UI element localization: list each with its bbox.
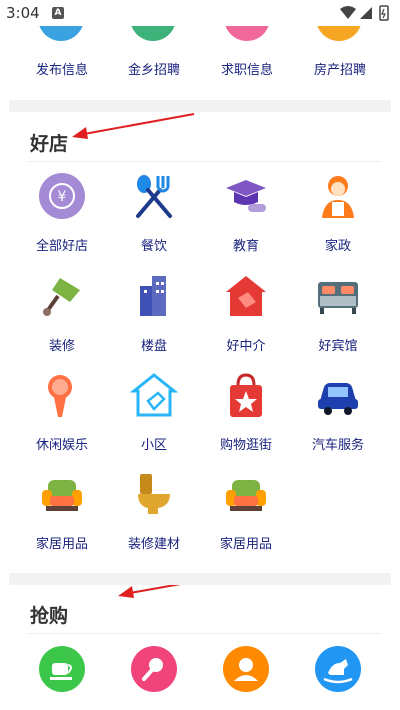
status-time: 3:04	[6, 4, 40, 22]
shop-item-home-goods[interactable]: 家居用品	[17, 470, 107, 552]
shop-item-label: 家居用品	[219, 537, 272, 552]
top-item-label[interactable]: 金乡招聘	[109, 59, 199, 78]
shop-item-label: 休闲娱乐	[35, 438, 88, 453]
yen-icon: ¥	[39, 173, 85, 219]
wifi-icon	[340, 6, 356, 19]
house-tag-icon	[130, 373, 178, 417]
shop-item-decoration[interactable]: 装修	[17, 272, 107, 354]
job-seeking-icon[interactable]	[224, 26, 270, 41]
graduation-cap-icon	[226, 180, 266, 212]
armchair-icon	[42, 480, 82, 511]
bed-icon	[318, 282, 358, 314]
shop-item-label: 装修建材	[127, 537, 180, 552]
car-icon	[318, 383, 358, 415]
section-title-haodian: 好店	[30, 133, 69, 155]
shop-item-label: 小区	[140, 438, 167, 453]
shop-item-label: 购物逛街	[219, 438, 272, 453]
shop-item-leisure[interactable]: 休闲娱乐	[17, 371, 107, 453]
paint-brush-icon	[43, 278, 80, 316]
shop-item-home-goods-2[interactable]: 家居用品	[201, 470, 291, 552]
fork-spoon-icon	[136, 175, 172, 218]
shop-item-label: 好中介	[226, 339, 266, 354]
cell-signal-icon	[360, 7, 372, 19]
svg-text:¥: ¥	[58, 189, 67, 205]
top-item-label[interactable]: 房产招聘	[295, 59, 385, 78]
jinxiang-jobs-icon[interactable]	[130, 26, 176, 41]
shop-item-community[interactable]: 小区	[109, 371, 199, 453]
shop-item-education[interactable]: 教育	[201, 172, 291, 254]
shop-item-label: 教育	[232, 239, 259, 254]
shop-item-label: 装修	[48, 339, 75, 354]
shop-item-hotel[interactable]: 好宾馆	[293, 272, 383, 354]
buildings-icon	[140, 276, 166, 316]
rocking-horse-icon	[315, 646, 361, 692]
shop-item-all[interactable]: ¥ 全部好店	[17, 172, 107, 254]
toilet-icon	[138, 474, 170, 514]
top-item-label[interactable]: 发布信息	[17, 59, 107, 78]
coffee-cup-icon	[39, 646, 85, 692]
shop-item-housekeeping[interactable]: 家政	[293, 172, 383, 254]
battery-icon	[379, 5, 389, 21]
shop-item-car-service[interactable]: 汽车服务	[293, 371, 383, 453]
shop-item-agency[interactable]: 好中介	[201, 272, 291, 354]
section-divider	[9, 100, 391, 112]
flash-sale-item[interactable]	[17, 645, 107, 693]
person-icon	[223, 646, 269, 692]
section-title-qianggou: 抢购	[30, 605, 69, 627]
shop-item-label: 家政	[324, 239, 351, 254]
shop-item-label: 汽车服务	[311, 438, 364, 453]
section-separator	[28, 633, 382, 634]
section-divider	[9, 573, 391, 585]
shop-item-shopping[interactable]: 购物逛街	[201, 371, 291, 453]
shop-item-label: 楼盘	[140, 339, 167, 354]
microphone-icon	[48, 375, 72, 417]
shop-item-food[interactable]: 餐饮	[109, 172, 199, 254]
shop-item-buildings[interactable]: 楼盘	[109, 272, 199, 354]
shopping-bag-icon	[230, 373, 262, 417]
real-estate-icon[interactable]	[316, 26, 362, 41]
house-agent-icon	[226, 276, 266, 316]
shop-item-label: 家居用品	[35, 537, 88, 552]
flash-sale-item[interactable]	[201, 645, 291, 693]
housekeeper-icon	[322, 176, 354, 218]
flash-sale-item[interactable]	[293, 645, 383, 693]
microphone-icon	[131, 646, 177, 692]
shop-item-label: 好宾馆	[318, 339, 358, 354]
armchair-icon	[226, 480, 266, 511]
signal-battery-icons	[340, 5, 389, 21]
shop-item-label: 全部好店	[35, 239, 88, 254]
status-bar: 3:04 A	[0, 0, 400, 26]
notification-icon: A	[52, 7, 64, 19]
section-separator	[28, 161, 382, 162]
flash-sale-item[interactable]	[109, 645, 199, 693]
shop-item-label: 餐饮	[140, 239, 167, 254]
shop-item-building-materials[interactable]: 装修建材	[109, 470, 199, 552]
publish-icon[interactable]	[38, 26, 84, 41]
top-item-label[interactable]: 求职信息	[202, 59, 292, 78]
